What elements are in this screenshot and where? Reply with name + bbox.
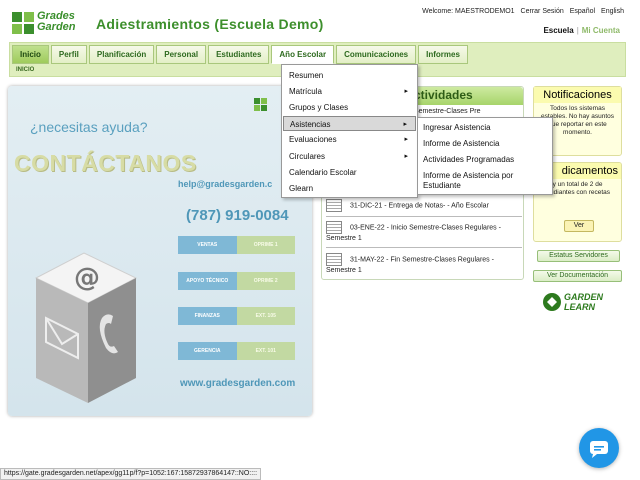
need-help-heading: ¿necesitas ayuda? bbox=[30, 119, 148, 135]
view-docs-button[interactable]: Ver Documentación bbox=[533, 270, 622, 282]
contact-cube-illustration: @ bbox=[34, 252, 138, 403]
tab-estudiantes[interactable]: Estudiantes bbox=[208, 45, 270, 64]
help-phone: (787) 919-0084 bbox=[186, 207, 289, 224]
tab-perfil[interactable]: Perfil bbox=[50, 45, 87, 64]
menu-item-grupos-clases[interactable]: Grupos y Clases bbox=[283, 100, 416, 115]
submenu-item-informe-por-estudiante[interactable]: Informe de Asistencia por Estudiante bbox=[423, 171, 551, 191]
top-links: Welcome: MAESTRODEMO1 Cerrar Sesión Espa… bbox=[422, 8, 624, 15]
dept-gerencia: GERENCIA EXT. 101 bbox=[178, 342, 295, 360]
page-title: Adiestramientos (Escuela Demo) bbox=[96, 16, 324, 32]
menu-item-evaluaciones[interactable]: Evaluaciones ▸ bbox=[283, 132, 416, 147]
list-item[interactable]: 03-ENE-22 - Inicio Semestre-Clases Regul… bbox=[326, 221, 522, 248]
submenu-item-actividades-programadas[interactable]: Actividades Programadas bbox=[423, 155, 551, 165]
school-account-links: Escuela | Mi Cuenta bbox=[543, 26, 620, 35]
chat-button[interactable] bbox=[579, 428, 619, 468]
logo-icon bbox=[254, 98, 267, 111]
calendar-icon bbox=[326, 199, 342, 212]
garden-learn-text: GARDEN LEARN bbox=[564, 292, 604, 312]
dept-finanzas: FINANZAS EXT. 105 bbox=[178, 307, 295, 325]
dept-apoyo-tecnico: APOYO TÉCNICO OPRIME 2 bbox=[178, 272, 295, 290]
garden-learn-logo[interactable]: GARDEN LEARN bbox=[542, 289, 622, 317]
chat-icon bbox=[590, 441, 608, 458]
tab-planificacion[interactable]: Planificación bbox=[88, 45, 155, 64]
menu-item-matricula[interactable]: Matrícula ▸ bbox=[283, 84, 416, 99]
ano-escolar-menu: Resumen Matrícula ▸ Grupos y Clases Asist… bbox=[281, 64, 418, 198]
my-account-link[interactable]: Mi Cuenta bbox=[582, 26, 620, 35]
chevron-right-icon: ▸ bbox=[403, 121, 407, 128]
calendar-icon bbox=[326, 221, 342, 234]
separator: | bbox=[576, 26, 579, 35]
menu-item-asistencias[interactable]: Asistencias ▸ bbox=[283, 116, 416, 131]
breadcrumb: INICIO bbox=[16, 67, 35, 73]
chevron-right-icon: ▸ bbox=[404, 88, 408, 95]
notifications-title: Notificaciones bbox=[534, 87, 621, 103]
submenu-item-informe-asistencia[interactable]: Informe de Asistencia bbox=[423, 139, 551, 149]
server-status-button[interactable]: Estatus Servidores bbox=[537, 250, 620, 262]
activities-title: ctividades bbox=[414, 88, 473, 102]
contact-heading: CONTÁCTANOS bbox=[14, 150, 197, 176]
menu-item-glearn[interactable]: Glearn bbox=[283, 181, 416, 196]
chevron-right-icon: ▸ bbox=[404, 136, 408, 143]
logo-text: Grades Garden bbox=[37, 10, 76, 33]
tab-informes[interactable]: Informes bbox=[418, 45, 468, 64]
welcome-text: Welcome: MAESTRODEMO1 bbox=[422, 8, 515, 15]
tab-inicio[interactable]: Inicio bbox=[12, 45, 49, 64]
website-url: www.gradesgarden.com bbox=[180, 378, 296, 389]
submenu-item-ingresar-asistencia[interactable]: Ingresar Asistencia bbox=[423, 123, 551, 133]
chevron-right-icon: ▸ bbox=[404, 153, 408, 160]
ver-button[interactable]: Ver bbox=[564, 220, 594, 232]
list-item[interactable]: Semestre-Clases Pre bbox=[414, 107, 522, 117]
grades-garden-logo[interactable]: Grades Garden bbox=[11, 10, 91, 36]
menu-item-resumen[interactable]: Resumen bbox=[283, 68, 416, 83]
logout-link[interactable]: Cerrar Sesión bbox=[521, 8, 564, 15]
svg-text:@: @ bbox=[74, 263, 100, 293]
garden-learn-icon bbox=[543, 293, 561, 311]
logo-icon bbox=[12, 12, 34, 34]
contact-promo-panel: ¿necesitas ayuda? CONTÁCTANOS help@grade… bbox=[8, 86, 312, 416]
menu-item-circulares[interactable]: Circulares ▸ bbox=[283, 149, 416, 164]
spanish-link[interactable]: Español bbox=[570, 8, 595, 15]
english-link[interactable]: English bbox=[601, 8, 624, 15]
help-email: help@gradesgarden.c bbox=[178, 179, 273, 189]
tab-comunicaciones[interactable]: Comunicaciones bbox=[336, 45, 417, 64]
school-link[interactable]: Escuela bbox=[543, 26, 573, 35]
calendar-icon bbox=[326, 253, 342, 266]
list-item[interactable]: 31-DIC-21 - Entrega de Notas- - Año Esco… bbox=[326, 199, 522, 217]
tab-ano-escolar[interactable]: Año Escolar bbox=[271, 45, 335, 64]
dept-ventas: VENTAS OPRIME 1 bbox=[178, 236, 295, 254]
tab-personal[interactable]: Personal bbox=[156, 45, 207, 64]
asistencias-submenu: Ingresar Asistencia Informe de Asistenci… bbox=[417, 117, 553, 195]
menu-item-calendario[interactable]: Calendario Escolar bbox=[283, 165, 416, 180]
status-bar-url: https://gate.gradesgarden.net/apex/gg11p… bbox=[0, 468, 262, 480]
list-item[interactable]: 31-MAY-22 - Fin Semestre-Clases Regulare… bbox=[326, 253, 522, 276]
